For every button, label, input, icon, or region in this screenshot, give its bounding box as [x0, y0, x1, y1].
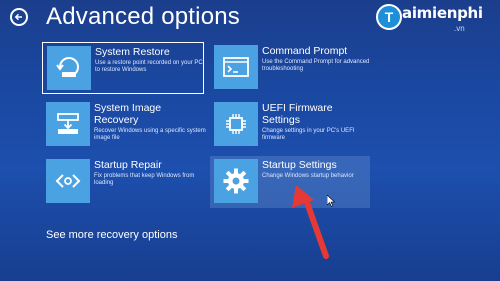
mouse-cursor-icon [327, 195, 335, 207]
annotation-arrow-icon [292, 185, 329, 259]
